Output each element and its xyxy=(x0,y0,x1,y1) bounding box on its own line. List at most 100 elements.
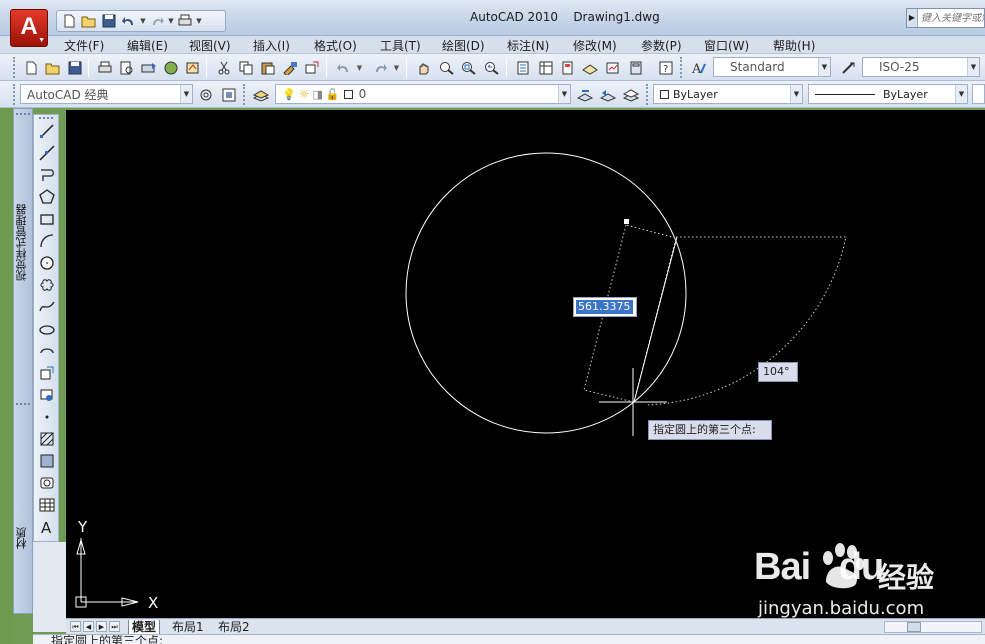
revision-cloud-icon[interactable] xyxy=(37,275,57,295)
chevron-down-icon[interactable]: ▼ xyxy=(558,85,570,103)
toolbar-grip[interactable] xyxy=(243,84,248,105)
region-tool-icon[interactable] xyxy=(37,473,57,493)
hatch-tool-icon[interactable] xyxy=(37,429,57,449)
redo-dropdown-icon[interactable]: ▼ xyxy=(392,58,401,77)
redo-icon[interactable] xyxy=(370,58,389,77)
clean-screen-icon[interactable] xyxy=(219,85,238,104)
menu-tools[interactable]: 工具(T) xyxy=(380,37,421,54)
last-tab-icon[interactable]: ⏭ xyxy=(109,621,120,632)
open-folder-icon[interactable] xyxy=(79,12,99,30)
tab-model[interactable]: 模型 xyxy=(128,620,161,635)
menu-insert[interactable]: 插入(I) xyxy=(253,37,290,54)
ellipse-arc-tool-icon[interactable] xyxy=(37,341,57,361)
polyline-tool-icon[interactable] xyxy=(37,165,57,185)
tab-layout2[interactable]: 布局2 xyxy=(215,620,253,634)
layer-select[interactable]: 💡 ☼ ◨ 🔓 0 ▼ xyxy=(275,84,571,104)
menu-format[interactable]: 格式(O) xyxy=(314,37,357,54)
cut-icon[interactable] xyxy=(214,58,233,77)
horizontal-scrollbar[interactable] xyxy=(884,621,982,633)
undo-dropdown-icon[interactable]: ▼ xyxy=(139,17,147,25)
text-style-icon[interactable]: A xyxy=(689,58,708,77)
dynamic-input-field[interactable]: 561.3375 xyxy=(573,297,637,317)
polygon-tool-icon[interactable] xyxy=(37,187,57,207)
palette-grip[interactable] xyxy=(16,113,30,117)
search-expand-icon[interactable]: ▶ xyxy=(907,9,918,27)
3d-dwf-icon[interactable] xyxy=(161,58,180,77)
make-block-icon[interactable] xyxy=(37,385,57,405)
dimension-style-select[interactable]: ISO-25 ▼ xyxy=(862,57,980,77)
make-object-layer-current-icon[interactable] xyxy=(575,85,594,104)
multiline-text-icon[interactable]: A xyxy=(37,517,57,537)
line-tool-icon[interactable] xyxy=(37,121,57,141)
undo-dropdown-icon[interactable]: ▼ xyxy=(355,58,364,77)
pan-icon[interactable] xyxy=(414,58,433,77)
first-tab-icon[interactable]: ⏮ xyxy=(70,621,81,632)
tool-palettes-icon[interactable] xyxy=(558,58,577,77)
previous-tab-icon[interactable]: ◀ xyxy=(83,621,94,632)
markup-set-manager-icon[interactable] xyxy=(603,58,622,77)
plot-preview-icon[interactable] xyxy=(117,58,136,77)
point-tool-icon[interactable] xyxy=(37,407,57,427)
toolbar-grip[interactable] xyxy=(646,84,651,105)
layer-properties-icon[interactable] xyxy=(251,85,270,104)
help-icon[interactable]: ? xyxy=(656,58,675,77)
menu-draw[interactable]: 绘图(D) xyxy=(442,37,485,54)
paste-icon[interactable] xyxy=(258,58,277,77)
menu-modify[interactable]: 修改(M) xyxy=(573,37,617,54)
next-tab-icon[interactable]: ▶ xyxy=(96,621,107,632)
command-window[interactable]: 指定圆上的第三个点: xyxy=(33,634,985,644)
quickcalc-icon[interactable] xyxy=(626,58,645,77)
menu-view[interactable]: 视图(V) xyxy=(189,37,231,54)
toolbar-grip[interactable] xyxy=(680,57,685,78)
table-tool-icon[interactable] xyxy=(37,495,57,515)
chevron-down-icon[interactable]: ▼ xyxy=(818,58,830,76)
spline-tool-icon[interactable] xyxy=(37,297,57,317)
chevron-down-icon[interactable]: ▼ xyxy=(180,85,192,103)
open-folder-icon[interactable] xyxy=(43,58,62,77)
drawing-canvas[interactable]: Y X 561.3375 104° 指定圆上的第三个点: xyxy=(66,110,985,618)
text-style-select[interactable]: Standard ▼ xyxy=(713,57,831,77)
menu-help[interactable]: 帮助(H) xyxy=(773,37,815,54)
zoom-realtime-icon[interactable] xyxy=(437,58,456,77)
ellipse-tool-icon[interactable] xyxy=(37,319,57,339)
visual-styles-manager-tab[interactable]: 视觉样式管理器 xyxy=(14,204,32,281)
insert-block-icon[interactable] xyxy=(37,363,57,383)
construction-line-icon[interactable] xyxy=(37,143,57,163)
color-control-select[interactable]: ByLayer ▼ xyxy=(653,84,803,104)
search-input[interactable] xyxy=(918,12,984,24)
block-editor-icon[interactable] xyxy=(302,58,321,77)
chevron-down-icon[interactable]: ▼ xyxy=(967,58,979,76)
lineweight-control-select[interactable] xyxy=(972,84,985,104)
design-center-icon[interactable] xyxy=(536,58,555,77)
toolbar-grip[interactable] xyxy=(13,57,18,78)
undo-icon[interactable] xyxy=(119,12,139,30)
layer-previous-icon[interactable] xyxy=(598,85,617,104)
match-properties-icon[interactable] xyxy=(280,58,299,77)
plot-icon[interactable] xyxy=(95,58,114,77)
scrollbar-thumb[interactable] xyxy=(907,622,921,632)
sheet-set-manager-icon[interactable] xyxy=(580,58,599,77)
redo-dropdown-icon[interactable]: ▼ xyxy=(167,17,175,25)
zoom-window-icon[interactable] xyxy=(459,58,478,77)
gradient-tool-icon[interactable] xyxy=(37,451,57,471)
palette-grip[interactable] xyxy=(16,403,30,407)
new-file-icon[interactable] xyxy=(59,12,79,30)
redo-icon[interactable] xyxy=(147,12,167,30)
workspace-settings-icon[interactable] xyxy=(196,85,215,104)
save-icon[interactable] xyxy=(99,12,119,30)
dimension-style-icon[interactable] xyxy=(839,58,858,77)
materials-tab[interactable]: 材质 xyxy=(14,527,32,549)
infocenter-search[interactable]: ▶ xyxy=(906,8,985,28)
application-menu-button[interactable]: A ▼ xyxy=(10,9,48,47)
plot-icon[interactable] xyxy=(175,12,195,30)
circle-tool-icon[interactable] xyxy=(37,253,57,273)
menu-edit[interactable]: 编辑(E) xyxy=(127,37,168,54)
linetype-control-select[interactable]: ByLayer ▼ xyxy=(808,84,968,104)
chevron-down-icon[interactable]: ▼ xyxy=(790,85,802,103)
workspace-select[interactable]: AutoCAD 经典 ▼ xyxy=(20,84,193,104)
menu-file[interactable]: 文件(F) xyxy=(64,37,104,54)
copy-icon[interactable] xyxy=(236,58,255,77)
dynamic-angle-field[interactable]: 104° xyxy=(758,362,798,382)
save-icon[interactable] xyxy=(65,58,84,77)
customize-qat-icon[interactable]: ▼ xyxy=(195,17,203,25)
